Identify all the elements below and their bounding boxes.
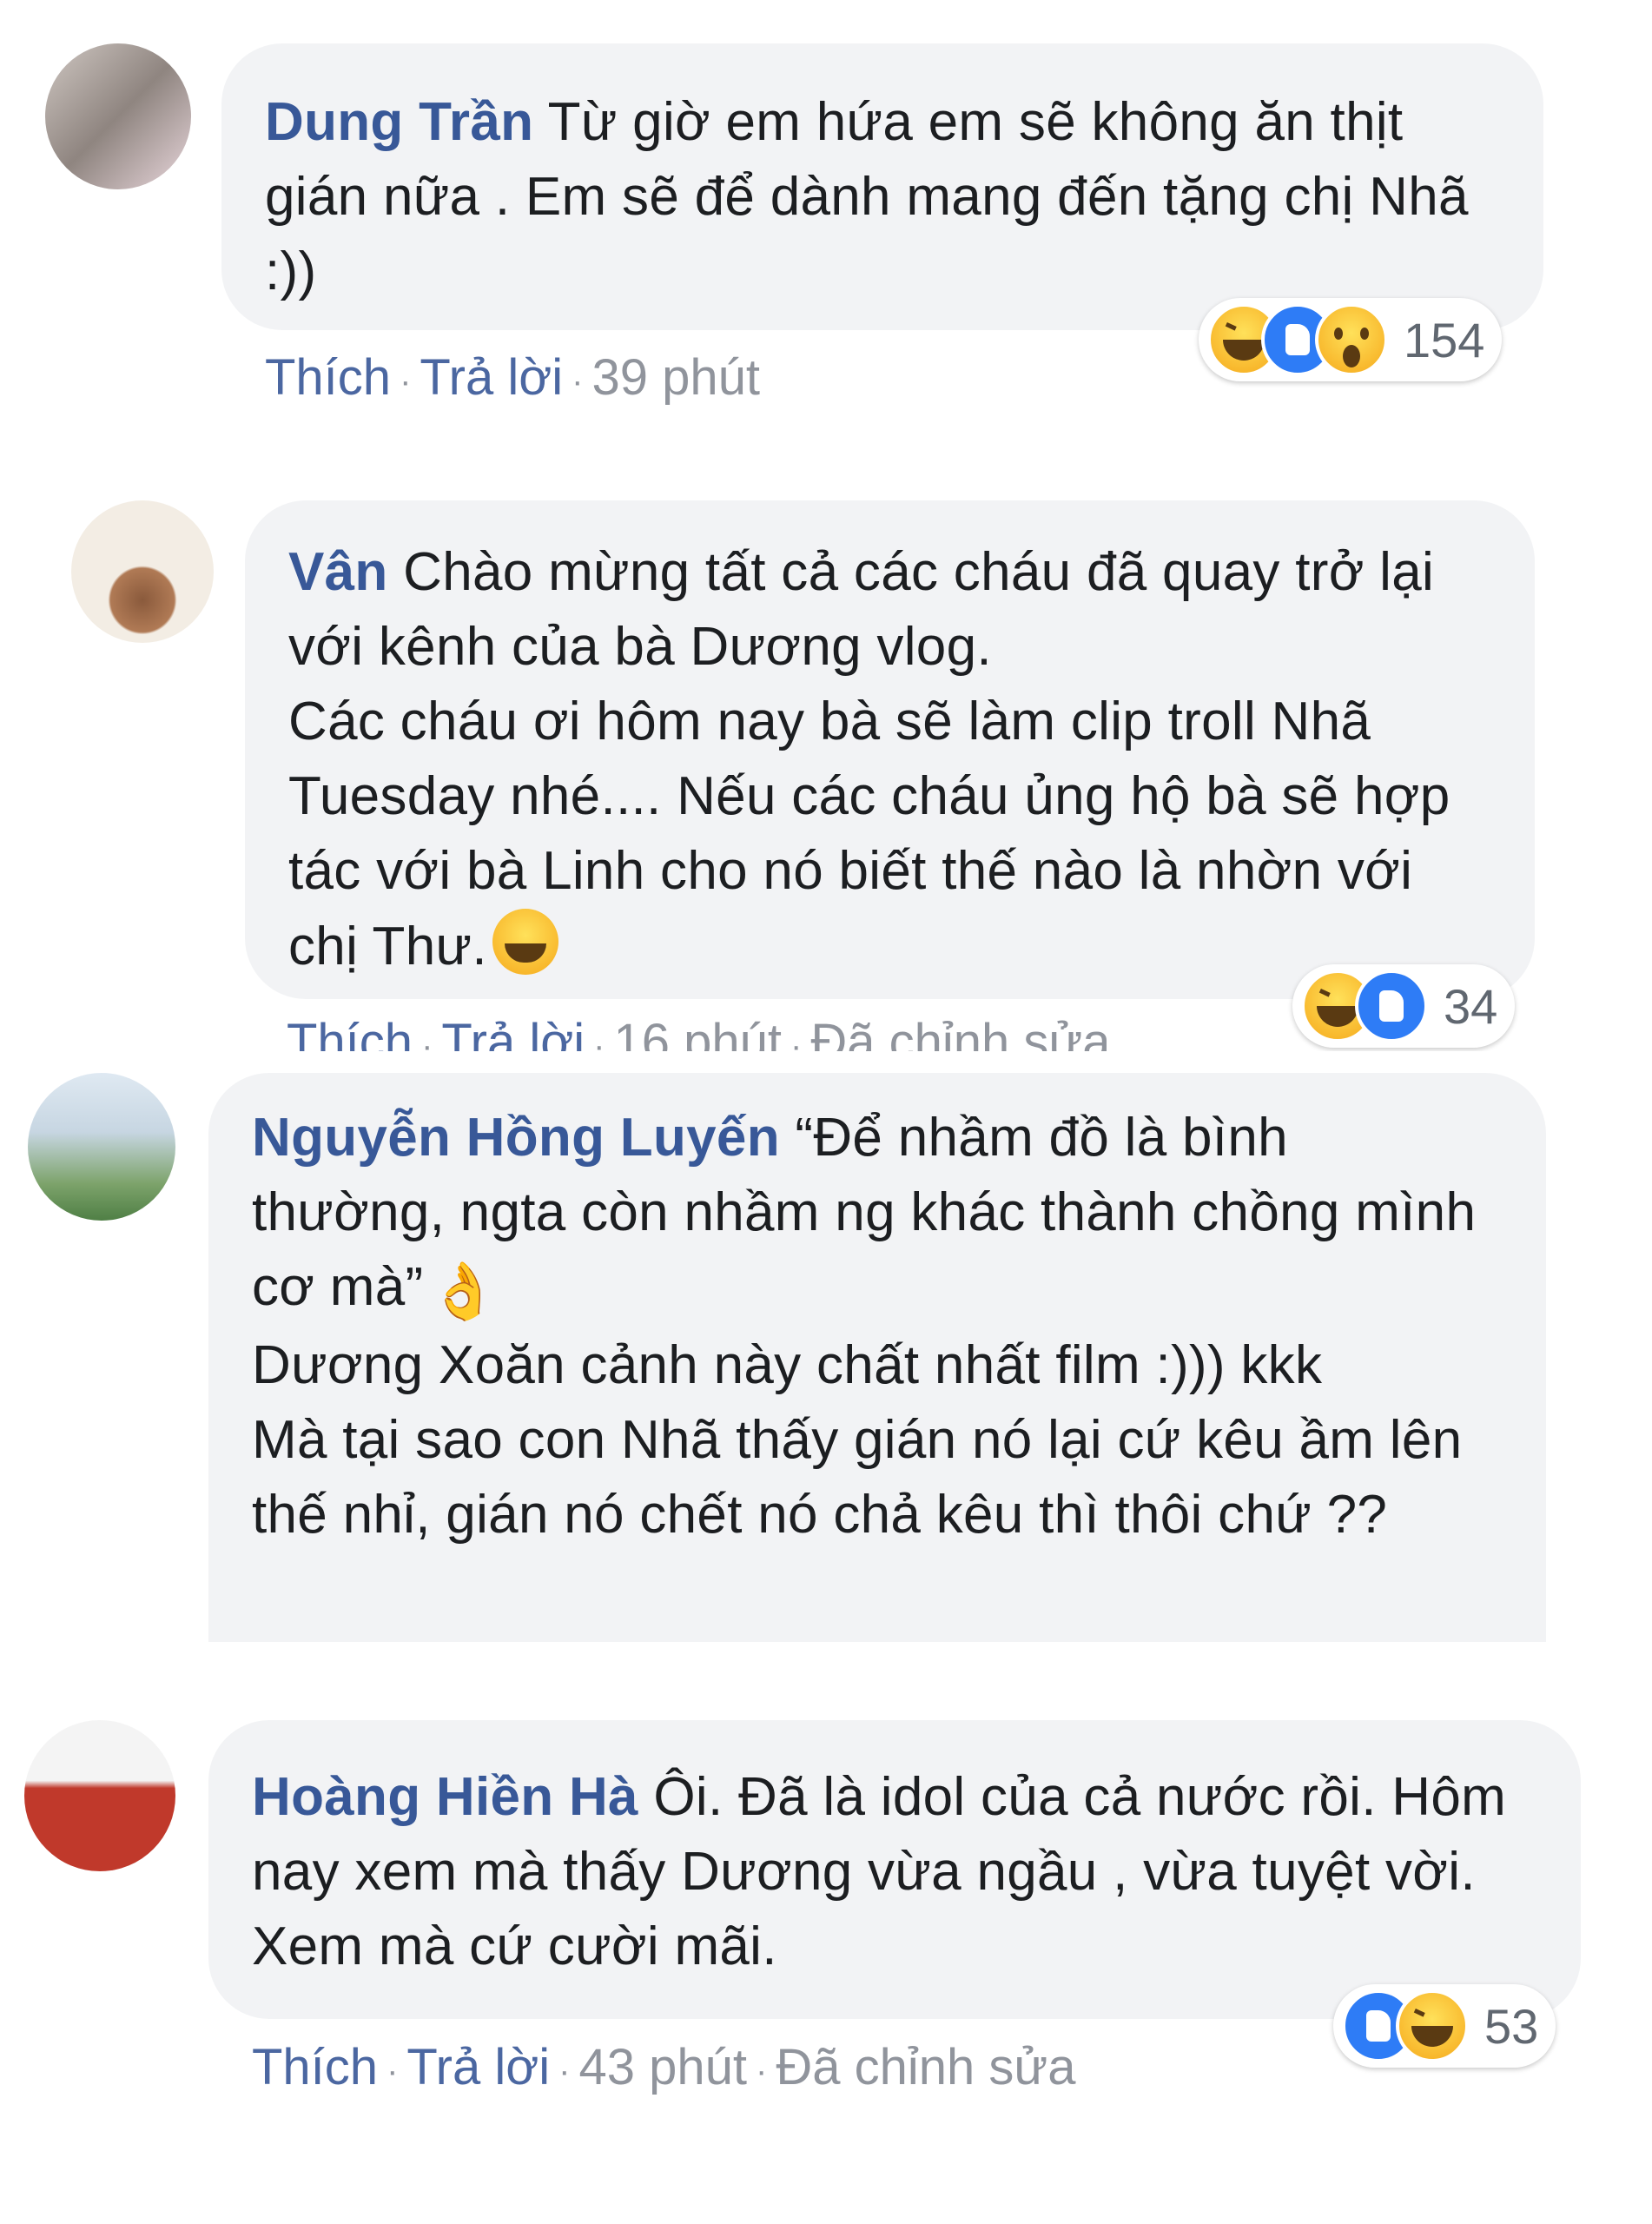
reply-link[interactable]: Trả lời bbox=[420, 349, 563, 406]
comment-text-line3: Mà tại sao con Nhã thấy gián nó lại cứ k… bbox=[252, 1410, 1463, 1545]
ok-hand-icon: 👌 bbox=[428, 1260, 499, 1322]
commenter-name[interactable]: Nguyễn Hồng Luyến bbox=[252, 1108, 780, 1168]
like-icon bbox=[1355, 970, 1428, 1042]
avatar[interactable] bbox=[45, 43, 191, 189]
reaction-count: 34 bbox=[1444, 978, 1498, 1034]
comment-bubble: Hoàng Hiền Hà Ôi. Đã là idol của cả nước… bbox=[208, 1720, 1581, 2019]
comment-3: Nguyễn Hồng Luyến “Để nhầm đồ là bình th… bbox=[0, 1051, 1652, 1642]
reply-link[interactable]: Trả lời bbox=[441, 1014, 585, 1051]
comment-text-line2: Các cháu ơi hôm nay bà sẽ làm clip troll… bbox=[288, 692, 1450, 976]
comment-bubble: Dung Trần Từ giờ em hứa em sẽ không ăn t… bbox=[221, 43, 1543, 330]
avatar[interactable] bbox=[24, 1720, 175, 1871]
edited-label: Đã chỉnh sửa bbox=[810, 1014, 1111, 1051]
like-link[interactable]: Thích bbox=[265, 349, 391, 406]
reply-link[interactable]: Trả lời bbox=[406, 2039, 550, 2095]
comment-4: Hoàng Hiền Hà Ôi. Đã là idol của cả nước… bbox=[0, 1642, 1652, 2224]
comment-actions: Thích · Trả lời · 43 phút · Đã chỉnh sửa bbox=[252, 2039, 1076, 2095]
comment-text-line1: Chào mừng tất cả các cháu đã quay trở lạ… bbox=[288, 542, 1435, 677]
reaction-count: 53 bbox=[1484, 1998, 1539, 2054]
reaction-count: 154 bbox=[1404, 312, 1485, 367]
haha-icon bbox=[1396, 1989, 1469, 2062]
comment-actions: Thích · Trả lời · 16 phút · Đã chỉnh sửa bbox=[287, 1012, 1110, 1051]
comment-text-line2: Dương Xoăn cảnh này chất nhất film :))) … bbox=[252, 1335, 1323, 1395]
reaction-summary[interactable]: 154 bbox=[1199, 298, 1503, 381]
avatar[interactable] bbox=[28, 1073, 175, 1221]
commenter-name[interactable]: Dung Trần bbox=[265, 92, 533, 152]
like-link[interactable]: Thích bbox=[287, 1014, 413, 1051]
comment-2: Vân Chào mừng tất cả các cháu đã quay tr… bbox=[0, 434, 1652, 1051]
edited-label: Đã chỉnh sửa bbox=[776, 2039, 1076, 2095]
reaction-summary[interactable]: 53 bbox=[1333, 1984, 1556, 2068]
comment-actions: Thích · Trả lời · 39 phút bbox=[265, 349, 761, 406]
commenter-name[interactable]: Vân bbox=[288, 542, 388, 602]
laughing-emoji-icon bbox=[492, 909, 558, 975]
timestamp[interactable]: 16 phút bbox=[614, 1014, 783, 1051]
comment-1: Dung Trần Từ giờ em hứa em sẽ không ăn t… bbox=[0, 0, 1652, 434]
comment-bubble: Nguyễn Hồng Luyến “Để nhầm đồ là bình th… bbox=[208, 1073, 1546, 1642]
timestamp[interactable]: 39 phút bbox=[592, 349, 761, 406]
avatar[interactable] bbox=[71, 500, 214, 643]
reaction-summary[interactable]: 34 bbox=[1292, 964, 1516, 1048]
wow-icon bbox=[1315, 303, 1388, 376]
like-link[interactable]: Thích bbox=[252, 2039, 378, 2095]
timestamp[interactable]: 43 phút bbox=[579, 2039, 748, 2095]
commenter-name[interactable]: Hoàng Hiền Hà bbox=[252, 1767, 638, 1827]
comment-bubble: Vân Chào mừng tất cả các cháu đã quay tr… bbox=[245, 500, 1535, 999]
